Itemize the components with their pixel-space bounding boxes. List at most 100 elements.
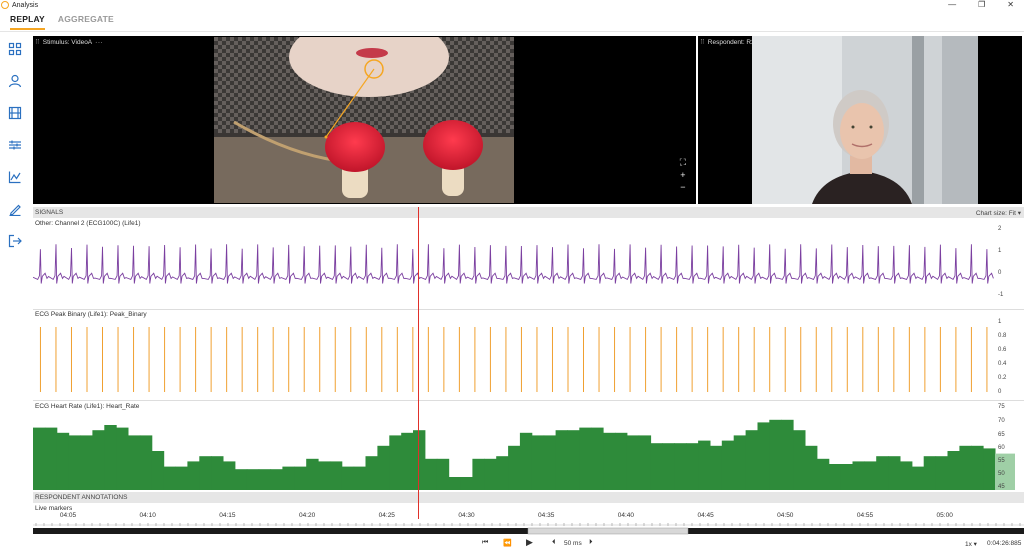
ecg-tick: -1 [998,292,1004,298]
hr-bar [852,461,865,490]
hr-bar [638,435,652,490]
timeline-scroll-thumb[interactable] [527,527,689,535]
hr-bar [448,477,462,490]
step-forward-button[interactable]: ⏵ [589,539,593,547]
app-logo-icon [1,1,9,9]
play-button[interactable]: ▶ [526,537,533,548]
hr-bar [44,427,58,490]
hr-bar [460,477,473,490]
sliders-icon[interactable] [8,138,22,152]
respondent-panel: ⠿ Respondent: R2 ··· [698,36,1022,204]
timeline-label: 04:20 [298,512,316,519]
stimulus-video[interactable] [214,37,514,203]
hr-bar [911,466,925,490]
hr-bar [757,422,770,490]
hr-bar [341,466,355,490]
hr-bar [306,458,319,490]
export-icon[interactable] [8,234,22,248]
hr-bar [971,445,984,490]
minimize-button[interactable]: — [948,0,956,9]
hr-bar [163,466,176,490]
hr-bar [496,456,509,490]
playhead-line[interactable] [418,207,419,519]
ecg-tick: 2 [998,226,1002,232]
maximize-button[interactable]: ❐ [978,0,985,9]
peak-tick: 0.6 [998,347,1007,353]
hr-track [33,410,1024,491]
tab-aggregate[interactable]: AGGREGATE [58,14,114,30]
hr-bar [721,440,735,490]
hr-bar [828,464,842,490]
hr-bar [436,458,450,490]
hr-bar [484,458,497,490]
hr-tick: 60 [998,445,1005,451]
hr-bar [472,458,485,490]
step-size-label[interactable]: 50 ms [564,540,582,547]
hr-bar [508,445,521,490]
hr-bar [353,466,367,490]
timeline-label: 04:05 [59,512,77,519]
pencil-icon[interactable] [8,202,22,217]
annotations-header: RESPONDENT ANNOTATIONS [33,492,1024,503]
peak-tick: 0 [998,389,1002,395]
hr-bar [329,461,343,490]
stimulus-menu-button[interactable]: ··· [95,39,103,46]
hr-bar [543,435,557,490]
hr-bar [401,432,414,490]
timeline-label: 04:10 [139,512,156,519]
grid-icon[interactable] [8,42,22,56]
film-icon[interactable] [8,106,22,120]
line-chart-icon[interactable] [8,170,22,184]
hr-bar [68,435,81,490]
hr-bar [139,435,153,490]
tab-replay[interactable]: REPLAY [10,14,45,30]
hr-bar [591,427,604,490]
hr-bar [424,458,438,490]
step-back-frame-button[interactable]: ⏴ [552,539,556,547]
hr-bar [935,456,948,490]
hr-bar [33,427,46,490]
hr-bar [211,456,224,490]
hr-bar [698,440,711,490]
drag-handle-icon[interactable]: ⠿ [35,38,40,46]
hr-bar [769,419,782,490]
hr-bar [567,430,580,490]
drag-handle-icon[interactable]: ⠿ [700,38,705,46]
track-divider [33,309,1024,310]
close-button[interactable]: ✕ [1007,0,1014,9]
hr-bar [223,461,236,490]
main-tabs: REPLAY AGGREGATE [10,14,114,30]
hr-bar [710,445,723,490]
hr-bar [531,435,545,490]
hr-bar [983,448,996,490]
hr-tick: 55 [998,458,1005,464]
hr-bar [92,430,105,490]
timeline-label: 04:30 [458,512,475,519]
hr-bar [686,443,699,490]
fullscreen-icon[interactable]: ⛶ [680,157,686,168]
hr-bar [959,445,972,490]
ecg-track [33,228,1024,308]
zoom-out-button[interactable]: − [680,182,685,192]
hr-bar [175,466,188,490]
skip-start-button[interactable]: ⏮ [482,539,488,547]
hr-bar [519,432,533,490]
chart-size-dropdown[interactable]: Chart size: Fit ▾ [976,209,1021,217]
hr-bar [793,430,806,490]
user-icon[interactable] [8,74,22,88]
step-back-button[interactable]: ⏪ [503,539,512,547]
hr-bar [555,430,568,490]
hr-bar [876,456,889,490]
hr-bar [199,456,212,490]
playback-rate-dropdown[interactable]: 1x ▾ [965,540,977,548]
signals-title: SIGNALS [35,209,64,216]
hr-bar [282,466,295,490]
hr-bar [234,469,248,490]
hr-bar [270,469,283,490]
timeline[interactable]: 04:05 04:10 04:15 04:20 04:25 04:30 04:35 04:40… [33,511,1024,537]
peak-tick: 1 [998,319,1002,325]
respondent-header: Respondent: R2 [707,38,755,46]
zoom-in-button[interactable]: + [680,170,685,180]
hr-bar [923,456,937,490]
stimulus-header: Stimulus: VideoA [42,38,93,46]
